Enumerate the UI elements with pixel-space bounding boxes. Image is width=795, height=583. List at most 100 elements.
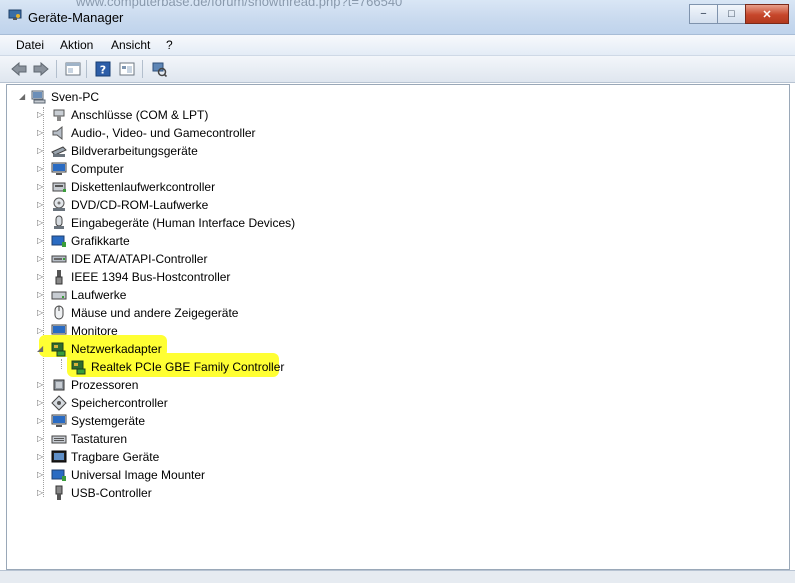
menu-ansicht[interactable]: Ansicht (111, 38, 150, 52)
menu-datei[interactable]: Datei (16, 38, 44, 52)
firewire-icon (51, 269, 67, 285)
floppy-controller-icon (51, 179, 67, 195)
tree-item-usb-controller[interactable]: USB-Controller (51, 484, 152, 502)
tree-item-netzwerkadapter[interactable]: Netzwerkadapter (51, 340, 162, 358)
tree-item-bildverarbeitung[interactable]: Bildverarbeitungsgeräte (51, 142, 198, 160)
root-collapse-arrow[interactable]: ◢ (19, 92, 27, 102)
forward-icon[interactable] (32, 60, 50, 78)
expand-arrow[interactable]: ▷ (37, 398, 45, 408)
tree-item-realtek[interactable]: Realtek PCIe GBE Family Controller (71, 358, 284, 376)
menu-bar: Datei Aktion Ansicht ? (0, 35, 795, 56)
device-manager-icon (8, 9, 22, 21)
menu-help[interactable]: ? (166, 38, 173, 52)
device-tree: ◢ Sven-PC ▷ Anschlüsse (COM & LPT) ▷ Aud… (6, 84, 790, 570)
hid-icon (51, 215, 67, 231)
title-bar[interactable]: www.computerbase.de/forum/showthread.php… (0, 0, 795, 35)
tree-item-maeuse[interactable]: Mäuse und andere Zeigegeräte (51, 304, 238, 322)
tree-item-ide[interactable]: IDE ATA/ATAPI-Controller (51, 250, 207, 268)
tree-item-label: Systemgeräte (71, 414, 146, 428)
toolbar: ? (0, 56, 795, 83)
port-icon (51, 107, 67, 123)
tree-item-speichercontroller[interactable]: Speichercontroller (51, 394, 168, 412)
expand-arrow[interactable]: ▷ (37, 308, 45, 318)
tree-item-systemgeraete[interactable]: Systemgeräte (51, 412, 145, 430)
tree-item-tragbare-geraete[interactable]: Tragbare Geräte (51, 448, 159, 466)
dvd-drive-icon (51, 197, 67, 213)
processor-icon (51, 377, 67, 393)
tree-root-sven-pc[interactable]: Sven-PC (31, 88, 99, 106)
expand-arrow[interactable]: ▷ (37, 164, 45, 174)
svg-text:?: ? (100, 64, 106, 77)
tree-item-ieee1394[interactable]: IEEE 1394 Bus-Hostcontroller (51, 268, 230, 286)
tree-item-audio[interactable]: Audio-, Video- und Gamecontroller (51, 124, 256, 142)
close-button[interactable]: ✕ (745, 4, 789, 24)
tree-item-anschluesse[interactable]: Anschlüsse (COM & LPT) (51, 106, 208, 124)
tree-item-prozessoren[interactable]: Prozessoren (51, 376, 138, 394)
tree-item-label: USB-Controller (71, 486, 152, 500)
computer-icon (31, 89, 47, 105)
mouse-icon (51, 305, 67, 321)
menu-aktion[interactable]: Aktion (60, 38, 93, 52)
tree-item-label: IEEE 1394 Bus-Hostcontroller (71, 270, 231, 284)
expand-arrow[interactable]: ▷ (37, 488, 45, 498)
minimize-button[interactable]: − (689, 4, 718, 24)
tree-item-label: Tastaturen (71, 432, 128, 446)
storage-controller-icon (51, 395, 67, 411)
background-window-url: www.computerbase.de/forum/showthread.php… (76, 0, 403, 9)
tree-item-label: Realtek PCIe GBE Family Controller (91, 360, 285, 374)
expand-arrow[interactable]: ▷ (37, 200, 45, 210)
tree-item-label: IDE ATA/ATAPI-Controller (71, 252, 208, 266)
scan-hardware-icon[interactable] (150, 60, 168, 78)
system-devices-icon (51, 413, 67, 429)
expand-arrow[interactable]: ▷ (37, 182, 45, 192)
expand-arrow[interactable]: ▷ (37, 128, 45, 138)
expand-arrow[interactable]: ▷ (37, 470, 45, 480)
disk-drive-icon (51, 287, 67, 303)
tree-item-label: Netzwerkadapter (71, 342, 162, 356)
tree-item-label: Computer (71, 162, 124, 176)
network-adapter-icon (71, 359, 87, 375)
tree-item-label: Audio-, Video- und Gamecontroller (71, 126, 256, 140)
graphics-card-icon (51, 233, 67, 249)
tree-item-universal-image-mounter[interactable]: Universal Image Mounter (51, 466, 205, 484)
window-title: Geräte-Manager (28, 10, 124, 25)
keyboard-icon (51, 431, 67, 447)
collapse-arrow[interactable]: ◢ (37, 344, 45, 354)
expand-arrow[interactable]: ▷ (37, 236, 45, 246)
tree-item-eingabegeraete[interactable]: Eingabegeräte (Human Interface Devices) (51, 214, 295, 232)
image-mounter-icon (51, 467, 67, 483)
tree-item-laufwerke[interactable]: Laufwerke (51, 286, 126, 304)
tree-root-label: Sven-PC (51, 90, 100, 104)
expand-arrow[interactable]: ▷ (37, 272, 45, 282)
maximize-button[interactable]: □ (717, 4, 746, 24)
tree-item-diskette[interactable]: Diskettenlaufwerkcontroller (51, 178, 215, 196)
portable-device-icon (51, 449, 67, 465)
tree-item-tastaturen[interactable]: Tastaturen (51, 430, 127, 448)
expand-arrow[interactable]: ▷ (37, 434, 45, 444)
tree-item-label: Eingabegeräte (Human Interface Devices) (71, 216, 296, 230)
tree-item-label: Mäuse und andere Zeigegeräte (71, 306, 239, 320)
tree-item-label: DVD/CD-ROM-Laufwerke (71, 198, 209, 212)
scanner-icon (51, 143, 67, 159)
tree-item-label: Laufwerke (71, 288, 127, 302)
monitor-icon (51, 161, 67, 177)
expand-arrow[interactable]: ▷ (37, 416, 45, 426)
properties-icon[interactable] (64, 60, 82, 78)
expand-arrow[interactable]: ▷ (37, 452, 45, 462)
view-icon[interactable] (118, 60, 136, 78)
expand-arrow[interactable]: ▷ (37, 218, 45, 228)
tree-item-dvd[interactable]: DVD/CD-ROM-Laufwerke (51, 196, 208, 214)
expand-arrow[interactable]: ▷ (37, 110, 45, 120)
tree-item-label: Universal Image Mounter (71, 468, 206, 482)
expand-arrow[interactable]: ▷ (37, 290, 45, 300)
tree-item-grafikkarte[interactable]: Grafikkarte (51, 232, 130, 250)
expand-arrow[interactable]: ▷ (37, 146, 45, 156)
help-icon[interactable]: ? (94, 60, 112, 78)
network-adapter-icon (51, 341, 67, 357)
status-bar (0, 570, 795, 583)
tree-item-computer[interactable]: Computer (51, 160, 124, 178)
expand-arrow[interactable]: ▷ (37, 380, 45, 390)
ide-controller-icon (51, 251, 67, 267)
back-icon[interactable] (10, 60, 28, 78)
expand-arrow[interactable]: ▷ (37, 254, 45, 264)
